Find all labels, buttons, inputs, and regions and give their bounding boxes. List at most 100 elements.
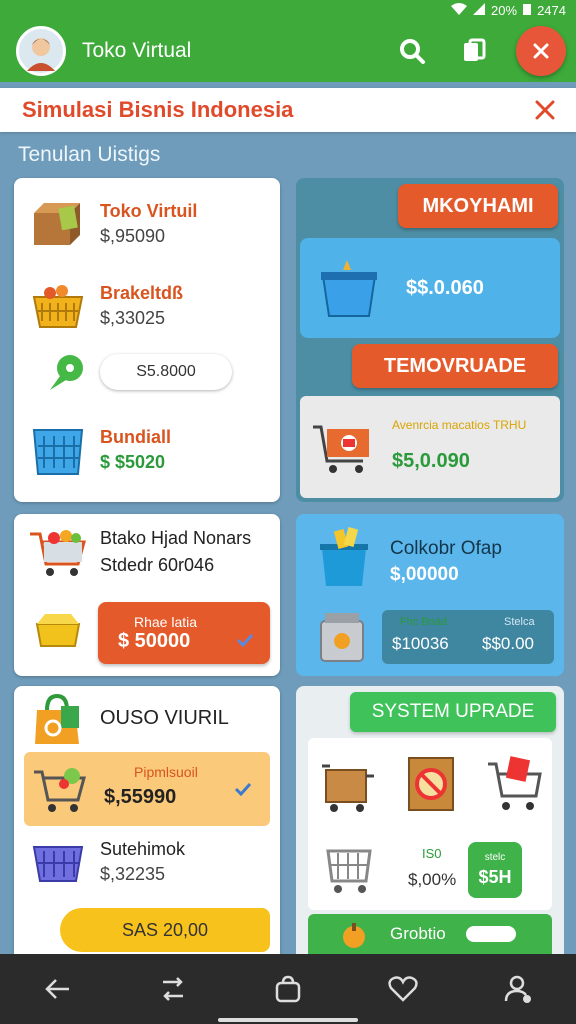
banner-title: Simulasi Bisnis Indonesia [22, 97, 294, 122]
list-item[interactable]: Brakeltdß $,33025 [28, 278, 183, 334]
item-price: $,33025 [100, 308, 166, 328]
back-arrow-icon[interactable] [38, 969, 78, 1009]
buy-button-label: Rhae latia [134, 613, 198, 630]
basket-icon [28, 834, 88, 890]
red-cart-icon[interactable] [484, 752, 546, 816]
item-price: $,32235 [100, 864, 166, 884]
signal-icon [473, 2, 486, 18]
person-icon [27, 38, 55, 71]
item-name: Btako Hjad Nonars [100, 528, 252, 548]
list-item[interactable]: Toko Virtuil $,95090 [28, 196, 197, 252]
close-icon [533, 43, 549, 59]
primary-action-button[interactable]: MKOYHAMI [398, 184, 558, 228]
app-title: Toko Virtual [82, 39, 192, 62]
clock: 2474 [537, 2, 566, 18]
home-indicator [218, 1018, 358, 1022]
system-upgrade-button[interactable]: SYSTEM UPRADE [350, 692, 556, 732]
item-tag: Pipmlsuoil [134, 764, 198, 780]
stat-left-value: $10036 [392, 634, 449, 653]
wifi-icon [451, 2, 468, 18]
list-item[interactable]: Btako Hjad Nonars Stdedr 60r046 [28, 524, 251, 580]
offer-value: $5,0.090 [392, 450, 470, 472]
stat-right-label: Stelca [504, 616, 535, 628]
bottom-bar[interactable]: Grobtio [308, 914, 552, 954]
basket-icon [28, 278, 88, 334]
status-bar: 20% 2474 [0, 0, 576, 20]
cart-with-fruit-icon [30, 760, 90, 816]
item-name: Toko Virtuil [100, 201, 198, 221]
bottom-bar-label: Grobtio [390, 924, 446, 943]
close-button[interactable] [516, 26, 566, 76]
secondary-action-button[interactable]: TEMOVRUADE [352, 344, 558, 388]
offer-card[interactable]: Avenrcia macatios TRHU $5,0.090 [300, 396, 560, 498]
badge-value: $5H [478, 867, 512, 887]
tile-value: $$.0.060 [406, 276, 484, 299]
heart-icon[interactable] [383, 969, 423, 1009]
battery-icon [523, 3, 532, 18]
banner-close-icon[interactable] [530, 95, 560, 125]
system-panel: SYSTEM UPRADE IS0 $,00% stelc $5H Grobti… [296, 686, 564, 954]
item-name: Sutehimok [100, 839, 186, 859]
bin-icon [316, 253, 382, 323]
item-price: $,55990 [104, 786, 177, 808]
card-title: OUSO VIURIL [100, 706, 229, 729]
box-cart-icon[interactable] [316, 754, 378, 816]
shopping-bag-icon [28, 690, 88, 746]
item-price: $ $5020 [100, 452, 166, 472]
chat-icon [36, 346, 96, 402]
laundry-basket-icon [28, 422, 88, 478]
item-price: $,95090 [100, 226, 166, 246]
grid-mid-value: $,00% [408, 870, 457, 889]
stats-panel: Colkobr Ofap $,00000 Fhc Bnad $10036 Ste… [296, 514, 564, 676]
product-card-1: Toko Virtuil $,95090 Brakeltdß $,33025 S… [14, 178, 280, 502]
yellow-price-button[interactable]: SAS 20,00 [60, 908, 270, 952]
product-card-3: OUSO VIURIL Pipmlsuoil $,55990 Sutehimok… [14, 686, 280, 954]
wire-basket-icon[interactable] [322, 838, 376, 898]
bag-nav-icon[interactable] [268, 969, 308, 1009]
copy-icon[interactable] [454, 31, 494, 71]
stat-left-label: Fhc Bnad [400, 616, 448, 628]
avatar[interactable] [16, 26, 66, 76]
swap-icon[interactable] [153, 969, 193, 1009]
card-header: OUSO VIURIL [28, 690, 229, 746]
shopping-cart-icon [28, 524, 88, 580]
badge-label: stelc [484, 852, 506, 863]
item-name: Bundiall [100, 427, 171, 447]
highlighted-item[interactable]: Pipmlsuoil $,55990 [24, 752, 270, 826]
buy-button[interactable]: Rhae latia $ 50000 [98, 602, 270, 664]
profile-icon[interactable] [498, 969, 538, 1009]
panel-title: Colkobr Ofap [390, 538, 502, 559]
bottom-bar-field[interactable] [466, 926, 516, 942]
list-item[interactable]: Sutehimok $,32235 [28, 834, 185, 890]
battery-text: 20% [491, 2, 518, 18]
value-tile[interactable]: $$.0.060 [300, 238, 560, 338]
search-icon[interactable] [392, 31, 432, 71]
box-icon [28, 196, 88, 252]
upgrade-panel: MKOYHAMI $$.0.060 TEMOVRUADE Avenrcia ma… [296, 178, 564, 502]
items-grid: IS0 $,00% stelc $5H [308, 738, 552, 910]
grid-mid-label: IS0 [422, 846, 442, 861]
panel-value: $,00000 [390, 564, 459, 585]
cart-icon [310, 418, 374, 478]
price-button[interactable]: S5.8000 [100, 354, 232, 390]
item-name: Brakeltdß [100, 283, 184, 303]
bottom-navigation [0, 954, 576, 1024]
stat-right-value: $$0.00 [482, 634, 534, 653]
section-title: Tenulan Uistigs [18, 143, 161, 166]
item-detail: Stdedr 60r046 [100, 555, 215, 575]
no-sign-icon[interactable] [400, 752, 462, 816]
gold-bar-icon [28, 602, 88, 658]
list-item[interactable]: Bundiall $ $5020 [28, 422, 171, 478]
check-icon [236, 630, 254, 653]
trash-icon [314, 524, 374, 590]
product-card-2: Btako Hjad Nonars Stdedr 60r046 Rhae lat… [14, 514, 280, 676]
stats-box[interactable]: Fhc Bnad $10036 Stelca $$0.00 [382, 610, 554, 664]
banner: Simulasi Bisnis Indonesia [0, 88, 576, 132]
safe-icon [314, 606, 370, 666]
offer-subtitle: Avenrcia macatios TRHU [392, 418, 527, 432]
check-icon [234, 782, 252, 801]
buy-button-value: $ 50000 [118, 629, 191, 652]
green-badge[interactable]: stelc $5H [468, 842, 522, 898]
app-bar: Toko Virtual [0, 20, 576, 82]
bag-icon [338, 916, 370, 952]
